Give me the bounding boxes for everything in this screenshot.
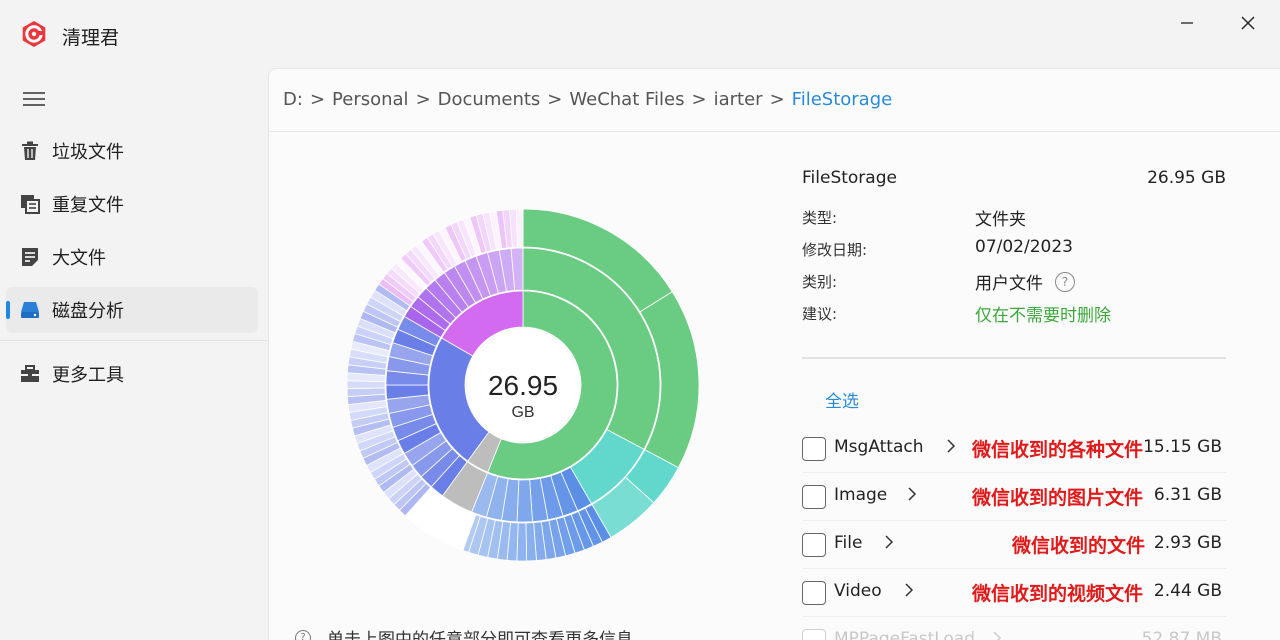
chevron-right-icon[interactable] <box>882 533 896 551</box>
info-category-text: 用户文件 <box>975 274 1043 294</box>
sidebar-item-more-tools[interactable]: 更多工具 <box>6 351 258 397</box>
row-annotation: 微信收到的视频文件 <box>972 583 1144 605</box>
sidebar-item-label: 更多工具 <box>52 365 124 386</box>
sidebar-item-label: 垃圾文件 <box>52 142 124 163</box>
hint-label: 单击上图中的任意部分即可查看更多信息。 <box>327 630 650 640</box>
info-type-value: 文件夹 <box>975 210 1026 230</box>
chevron-right-icon[interactable] <box>902 581 916 599</box>
close-button[interactable] <box>1233 10 1263 36</box>
sidebar-divider <box>0 340 268 341</box>
chart-center-unit: GB <box>511 404 534 421</box>
sidebar-item-label: 大文件 <box>52 248 106 269</box>
row-checkbox[interactable] <box>802 629 826 640</box>
breadcrumb-divider <box>269 131 1280 132</box>
hint-text: ? 单击上图中的任意部分即可查看更多信息。 <box>295 625 650 640</box>
info-category-value: 用户文件 ? <box>975 269 1075 294</box>
info-folder-size: 26.95 GB <box>1147 168 1226 188</box>
sidebar: 垃圾文件 重复文件 大文件 磁盘分析 更多工具 <box>0 68 268 640</box>
breadcrumb-separator: > <box>769 89 785 110</box>
info-type-label: 类型: <box>802 209 838 227</box>
breadcrumb-documents[interactable]: Documents <box>438 89 541 110</box>
row-name: Image <box>834 485 888 505</box>
app-logo-icon <box>22 21 46 47</box>
sidebar-item-label: 重复文件 <box>52 195 124 216</box>
chevron-right-icon[interactable] <box>905 485 919 503</box>
row-size: 6.31 GB <box>1153 485 1222 505</box>
sidebar-item-duplicate-files[interactable]: 重复文件 <box>6 181 258 227</box>
active-indicator <box>6 301 10 319</box>
row-name: Video <box>834 581 882 601</box>
segment-pink-outer[interactable] <box>515 208 524 248</box>
disk-icon <box>20 300 40 320</box>
breadcrumb-drive[interactable]: D: <box>283 89 303 110</box>
row-annotation: 微信收到的文件 <box>1012 535 1146 557</box>
app-title: 清理君 <box>62 27 120 49</box>
info-category-label: 类别: <box>802 273 838 291</box>
chart-center-value: 26.95 <box>488 370 558 401</box>
sidebar-item-large-files[interactable]: 大文件 <box>6 234 258 280</box>
row-size: 15.15 GB <box>1143 437 1222 457</box>
info-advice-value: 仅在不需要时删除 <box>975 306 1111 326</box>
select-all-link[interactable]: 全选 <box>825 387 859 412</box>
breadcrumb-separator: > <box>691 89 707 110</box>
chevron-right-icon[interactable] <box>944 437 958 455</box>
row-annotation: 微信收到的各种文件 <box>972 439 1144 461</box>
row-annotation: 微信收到的图片文件 <box>972 487 1144 509</box>
row-size: 2.44 GB <box>1153 581 1222 601</box>
sidebar-item-label: 磁盘分析 <box>52 301 124 322</box>
info-advice-label: 建议: <box>802 305 838 323</box>
main-panel: D: > Personal > Documents > WeChat Files… <box>268 68 1280 640</box>
chevron-right-icon[interactable] <box>990 629 1004 640</box>
info-modified-label: 修改日期: <box>802 241 868 259</box>
breadcrumb-current: FileStorage <box>791 89 893 110</box>
list-item[interactable]: File 微信收到的文件 2.93 GB <box>802 521 1226 569</box>
question-icon: ? <box>295 629 311 640</box>
hamburger-menu-icon[interactable] <box>22 90 46 108</box>
segment-lavender-outer[interactable] <box>346 380 386 390</box>
segment-blue-mid[interactable] <box>516 479 533 523</box>
breadcrumb-personal[interactable]: Personal <box>332 89 409 110</box>
list-item[interactable]: Video 微信收到的视频文件 2.44 GB <box>802 569 1226 617</box>
row-name: File <box>834 533 863 553</box>
breadcrumb-separator: > <box>309 89 326 110</box>
breadcrumb-wechat-files[interactable]: WeChat Files <box>569 89 684 110</box>
sunburst-chart[interactable]: 26.95 GB <box>345 207 701 563</box>
row-checkbox[interactable] <box>802 485 826 509</box>
list-item[interactable]: MsgAttach 微信收到的各种文件 15.15 GB <box>802 425 1226 473</box>
row-name: MsgAttach <box>834 437 924 457</box>
info-folder-name: FileStorage <box>802 168 897 188</box>
breadcrumb-separator: > <box>415 89 431 110</box>
row-size: 52.87 MB <box>1141 629 1222 640</box>
close-icon <box>1241 16 1255 30</box>
row-name: MPPageFastLoad <box>834 629 976 640</box>
trash-icon <box>20 141 40 161</box>
breadcrumb: D: > Personal > Documents > WeChat Files… <box>283 89 899 110</box>
title-bar: 清理君 <box>0 0 1280 68</box>
row-checkbox[interactable] <box>802 533 826 557</box>
row-checkbox[interactable] <box>802 437 826 461</box>
breadcrumb-separator: > <box>547 89 563 110</box>
row-size: 2.93 GB <box>1153 533 1222 553</box>
duplicate-icon <box>20 194 40 214</box>
sidebar-item-junk-files[interactable]: 垃圾文件 <box>6 128 258 174</box>
toolbox-icon <box>20 364 40 384</box>
row-checkbox[interactable] <box>802 581 826 605</box>
help-icon[interactable]: ? <box>1055 271 1075 292</box>
info-divider <box>802 357 1226 359</box>
document-icon <box>20 247 40 267</box>
sidebar-item-disk-analysis[interactable]: 磁盘分析 <box>6 287 258 333</box>
minimize-icon <box>1181 22 1193 24</box>
breadcrumb-iarter[interactable]: iarter <box>714 89 763 110</box>
info-modified-value: 07/02/2023 <box>975 237 1073 257</box>
list-item[interactable]: MPPageFastLoad 52.87 MB <box>802 617 1226 640</box>
minimize-button[interactable] <box>1172 10 1202 36</box>
list-item[interactable]: Image 微信收到的图片文件 6.31 GB <box>802 473 1226 521</box>
